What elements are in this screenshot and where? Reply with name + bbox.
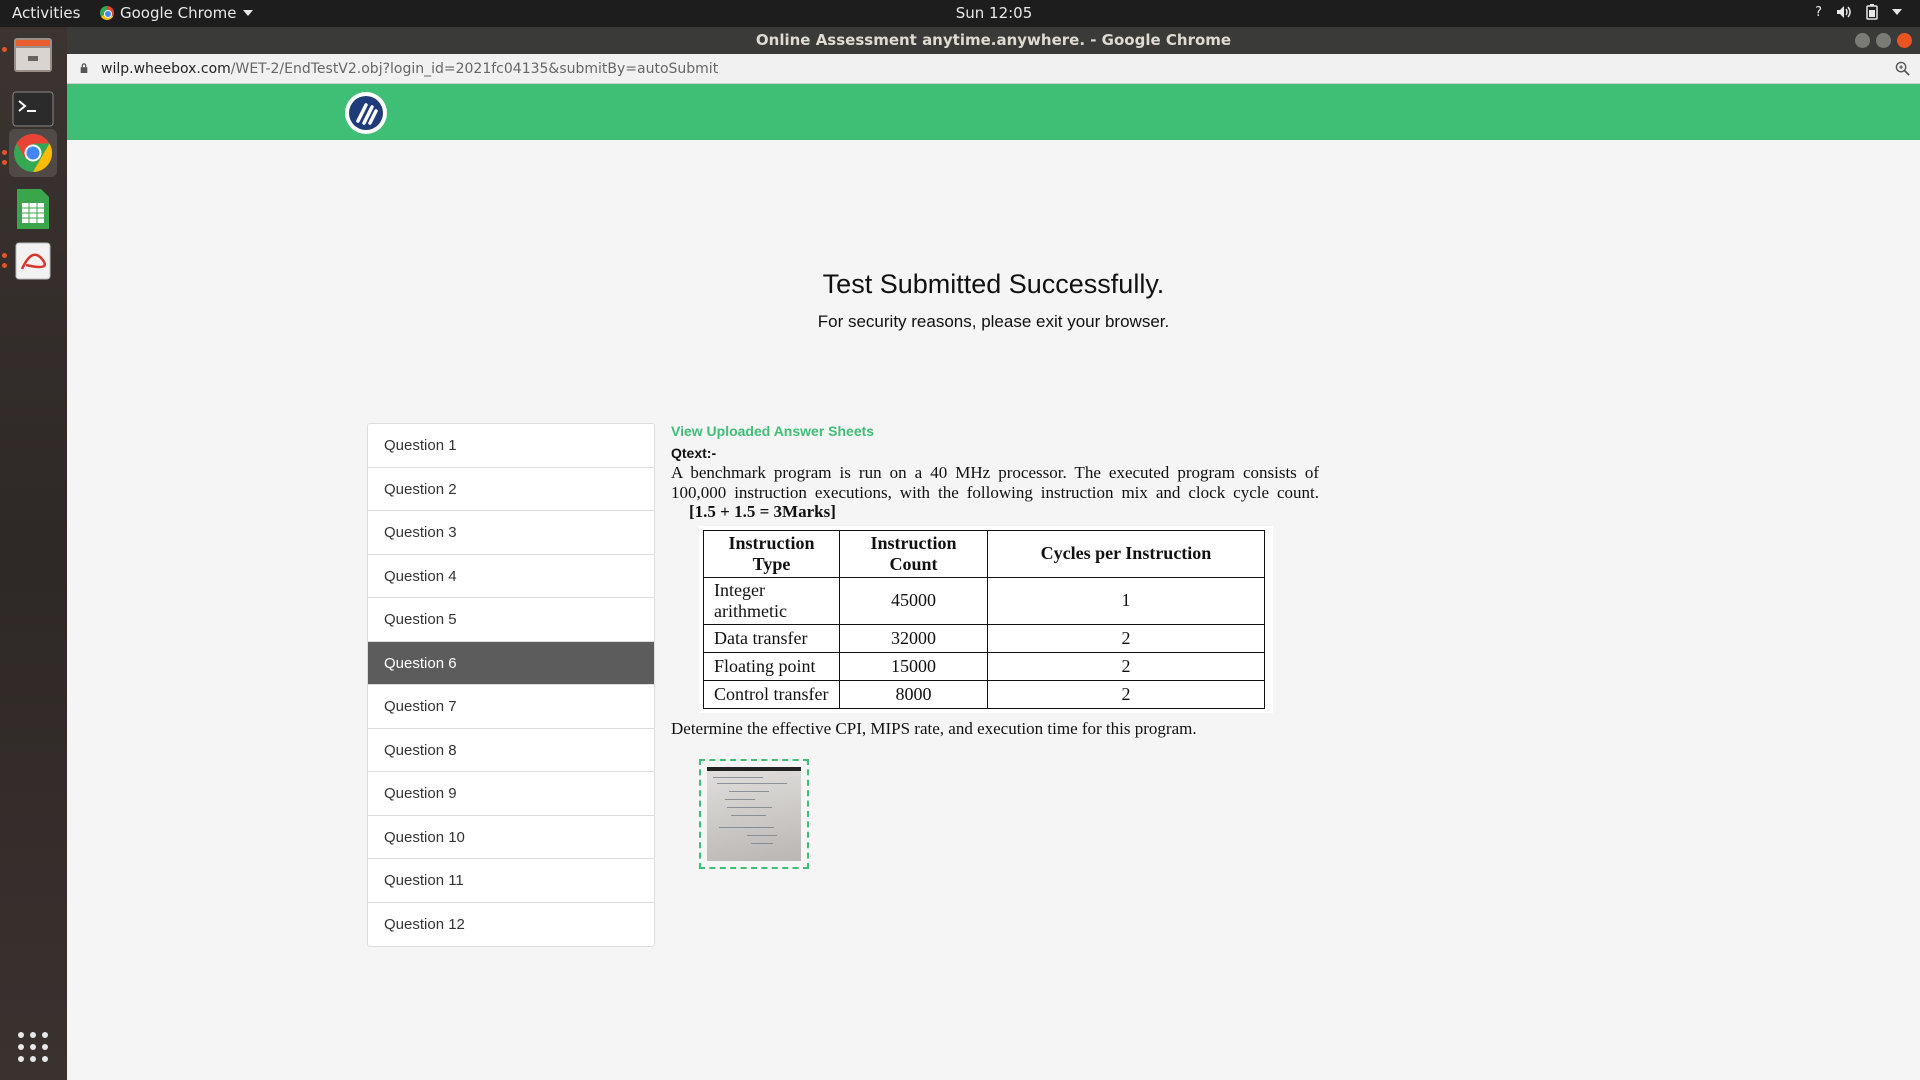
volume-icon[interactable]	[1836, 5, 1852, 19]
table-row: Data transfer 32000 2	[703, 623, 1265, 653]
table-row: Control transfer 8000 2	[703, 679, 1265, 709]
chevron-down-icon[interactable]	[1892, 9, 1902, 15]
window-titlebar[interactable]: Online Assessment anytime.anywhere. - Go…	[67, 27, 1920, 54]
question-item-6[interactable]: Question 6	[368, 641, 654, 685]
table-cell: Integer arithmetic	[703, 576, 840, 625]
site-header	[67, 84, 1920, 140]
question-list: Question 1 Question 2 Question 3 Questio…	[367, 423, 655, 947]
instruction-table: Instruction Type Instruction Count Cycle…	[703, 529, 1265, 709]
instruction-table-wrapper: Instruction Type Instruction Count Cycle…	[699, 525, 1273, 713]
question-item-2[interactable]: Question 2	[368, 468, 654, 511]
qtext-label: Qtext:-	[671, 445, 717, 461]
question-item-12[interactable]: Question 12	[368, 903, 654, 947]
question-item-3[interactable]: Question 3	[368, 511, 654, 555]
question-item-8[interactable]: Question 8	[368, 729, 654, 772]
table-cell: Control transfer	[703, 679, 840, 709]
running-indicator	[2, 263, 7, 268]
question-marks: [1.5 + 1.5 = 3Marks]	[689, 502, 836, 521]
help-icon[interactable]: ?	[1815, 5, 1822, 20]
address-bar[interactable]: wilp.wheebox.com/WET-2/EndTestV2.obj?log…	[67, 54, 1920, 84]
page-viewport: Test Submitted Successfully. For securit…	[67, 84, 1920, 1080]
table-cell: 15000	[839, 651, 988, 681]
question-content: View Uploaded Answer Sheets Qtext:- A be…	[671, 423, 1319, 739]
system-top-bar: Activities Google Chrome Sun 12:05 ?	[0, 0, 1920, 27]
question-item-5[interactable]: Question 5	[368, 598, 654, 642]
files-icon	[14, 38, 52, 72]
dock-terminal[interactable]	[9, 85, 57, 133]
table-cell: 45000	[839, 576, 988, 625]
table-cell: 8000	[839, 679, 988, 709]
running-indicator	[2, 150, 7, 155]
table-header: Instruction Count	[839, 529, 988, 578]
app-grid-icon	[18, 1032, 48, 1062]
running-indicator	[2, 253, 7, 258]
table-cell: Data transfer	[703, 623, 840, 653]
clock[interactable]: Sun 12:05	[0, 4, 1920, 22]
url-host: wilp.wheebox.com	[101, 61, 231, 77]
running-indicator	[2, 47, 7, 52]
url-text[interactable]: wilp.wheebox.com/WET-2/EndTestV2.obj?log…	[101, 61, 718, 77]
chrome-icon	[14, 133, 53, 173]
dock-files[interactable]	[9, 31, 57, 79]
question-item-1[interactable]: Question 1	[368, 424, 654, 468]
success-title: Test Submitted Successfully.	[822, 269, 1165, 299]
site-logo[interactable]	[345, 92, 387, 134]
table-cell: 32000	[839, 623, 988, 653]
close-button[interactable]	[1897, 33, 1912, 48]
table-row: Floating point 15000 2	[703, 651, 1265, 681]
window-title: Online Assessment anytime.anywhere. - Go…	[755, 31, 1232, 49]
url-path: /WET-2/EndTestV2.obj?login_id=2021fc0413…	[230, 61, 719, 77]
table-cell: 1	[987, 576, 1265, 625]
running-indicator	[2, 160, 7, 165]
table-cell: Floating point	[703, 651, 840, 681]
dock-spreadsheet[interactable]	[9, 185, 57, 233]
lock-icon[interactable]	[79, 63, 89, 73]
maximize-button[interactable]	[1876, 33, 1891, 48]
battery-icon[interactable]	[1866, 4, 1878, 20]
question-item-11[interactable]: Question 11	[368, 859, 654, 903]
wheebox-logo-icon	[349, 96, 383, 130]
document-viewer-icon	[15, 242, 51, 280]
question-prompt: Determine the effective CPI, MIPS rate, …	[671, 718, 1197, 738]
minimize-button[interactable]	[1855, 33, 1870, 48]
zoom-icon[interactable]	[1895, 61, 1910, 76]
spreadsheet-icon	[17, 189, 49, 229]
table-cell: 2	[987, 623, 1265, 653]
system-tray[interactable]: ?	[1815, 4, 1902, 20]
question-item-10[interactable]: Question 10	[368, 816, 654, 859]
question-body: A benchmark program is run on a 40 MHz p…	[671, 463, 1319, 502]
question-item-7[interactable]: Question 7	[368, 685, 654, 729]
table-header: Instruction Type	[703, 529, 840, 578]
table-cell: 2	[987, 679, 1265, 709]
table-cell: 2	[987, 651, 1265, 681]
table-row: Integer arithmetic 45000 1	[703, 576, 1265, 625]
table-header: Cycles per Instruction	[987, 529, 1265, 578]
dock	[0, 27, 67, 1080]
dock-document-viewer[interactable]	[9, 237, 57, 285]
answer-sheet-image	[707, 767, 801, 861]
answer-sheet-thumbnail[interactable]	[699, 759, 809, 869]
terminal-icon	[12, 91, 54, 127]
dock-show-apps[interactable]	[9, 1023, 57, 1071]
question-item-9[interactable]: Question 9	[368, 772, 654, 816]
question-text: A benchmark program is run on a 40 MHz p…	[671, 463, 1319, 522]
success-subtitle: For security reasons, please exit your b…	[817, 312, 1170, 331]
question-item-4[interactable]: Question 4	[368, 555, 654, 598]
dock-chrome[interactable]	[9, 129, 57, 177]
view-answer-sheets-link[interactable]: View Uploaded Answer Sheets	[671, 423, 1319, 439]
table-header-row: Instruction Type Instruction Count Cycle…	[703, 529, 1265, 578]
